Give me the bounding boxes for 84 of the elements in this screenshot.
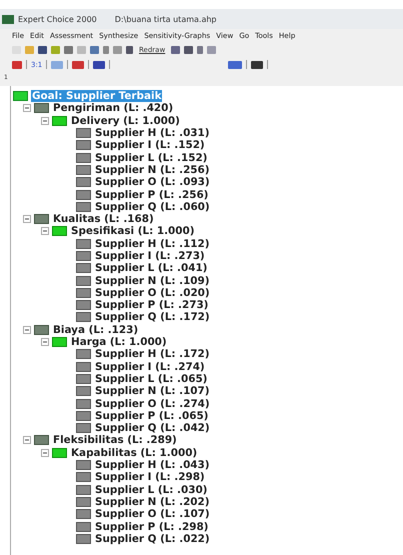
- tree-node-label[interactable]: Supplier I (L: .152): [94, 139, 206, 152]
- tree-node-label[interactable]: Supplier I (L: .273): [94, 250, 206, 262]
- tree-node-label[interactable]: Supplier I (L: .274): [94, 360, 206, 373]
- collapse-toggle[interactable]: [23, 326, 31, 334]
- tree-node-label[interactable]: Fleksibilitas (L: .289): [52, 434, 178, 446]
- criterion-node-icon: [34, 324, 49, 335]
- collapse-toggle[interactable]: [41, 227, 49, 236]
- tree-node-label[interactable]: Kualitas (L: .168): [52, 213, 155, 226]
- alternative-node-icon: [76, 509, 91, 520]
- collapse-toggle[interactable]: [41, 116, 49, 125]
- alternative-node-icon: [76, 288, 91, 298]
- alternative-node-icon: [76, 202, 91, 212]
- tree-node-label[interactable]: Supplier Q (L: .060): [94, 200, 211, 213]
- tree-node-label[interactable]: Supplier I (L: .298): [94, 471, 206, 484]
- alternative-node-icon: [76, 251, 91, 261]
- tree-node-label[interactable]: Supplier O (L: .107): [94, 508, 211, 520]
- alternative-node-icon: [76, 152, 91, 163]
- tree-node-label[interactable]: Supplier L (L: .030): [94, 484, 208, 496]
- collapse-toggle[interactable]: [41, 338, 49, 346]
- tree-node-label[interactable]: Supplier H (L: .031): [94, 127, 211, 140]
- tree-node-label[interactable]: Supplier H (L: .112): [94, 238, 211, 250]
- window-title: Expert Choice 2000: [18, 14, 97, 24]
- tree-node-label[interactable]: Supplier H (L: .043): [94, 459, 211, 472]
- alternative-node-icon: [76, 374, 91, 384]
- alternative-node-icon: [76, 238, 91, 249]
- tree-node-label[interactable]: Harga (L: 1.000): [70, 336, 168, 348]
- tree-node-label[interactable]: Supplier N (L: .107): [94, 385, 211, 398]
- criterion-node-icon: [34, 103, 49, 114]
- criterion-node-icon: [34, 214, 49, 224]
- tree-node-label[interactable]: Supplier H (L: .172): [94, 348, 211, 360]
- alternative-node-icon: [76, 128, 91, 138]
- app-icon: [2, 14, 14, 24]
- tree-node-label[interactable]: Supplier N (L: .109): [94, 274, 211, 287]
- alternative-node-icon: [76, 349, 91, 360]
- alternative-node-icon: [76, 472, 91, 482]
- tree-node-label[interactable]: Supplier P (L: .273): [94, 299, 210, 312]
- tree-node-label[interactable]: Delivery (L: 1.000): [70, 114, 181, 127]
- tree-node-label[interactable]: Supplier L (L: .041): [94, 262, 208, 274]
- collapse-toggle[interactable]: [23, 104, 31, 112]
- alternative-node-icon: [76, 460, 91, 470]
- tree-node-label[interactable]: Supplier P (L: .256): [94, 188, 210, 201]
- alternative-node-icon: [76, 312, 91, 322]
- goal-node-icon: [13, 91, 28, 102]
- tree-node-label[interactable]: Supplier N (L: .256): [94, 164, 211, 176]
- alternative-node-icon: [76, 140, 91, 150]
- tree-node-label[interactable]: Supplier N (L: .202): [94, 496, 211, 508]
- tree-node-label[interactable]: Supplier P (L: .065): [94, 410, 210, 422]
- subcriterion-node-icon: [52, 448, 67, 458]
- subcriterion-node-icon: [52, 337, 67, 348]
- tree-node-label[interactable]: Supplier L (L: .065): [94, 372, 208, 385]
- alternative-node-icon: [76, 386, 91, 396]
- tree-node-label[interactable]: Supplier P (L: .298): [94, 520, 210, 533]
- alternative-node-icon: [76, 398, 91, 409]
- alternative-node-icon: [76, 190, 91, 200]
- tree-node-label[interactable]: Supplier Q (L: .172): [94, 311, 211, 324]
- tree-node-label[interactable]: Supplier Q (L: .042): [94, 422, 211, 434]
- tree-node-label[interactable]: Spesifikasi (L: 1.000): [70, 225, 196, 238]
- tree-node-label[interactable]: Kapabilitas (L: 1.000): [70, 446, 198, 459]
- subcriterion-node-icon: [52, 226, 67, 236]
- tree-node-label[interactable]: Pengiriman (L: .420): [52, 102, 174, 114]
- alternative-node-icon: [76, 522, 91, 532]
- alternative-node-icon: [76, 177, 91, 188]
- alternative-node-icon: [76, 496, 91, 507]
- alternative-node-icon: [76, 164, 91, 175]
- collapse-toggle[interactable]: [23, 436, 31, 444]
- file-path: D:\buana tirta utama.ahp: [114, 14, 217, 24]
- tree-node-label[interactable]: Biaya (L: .123): [52, 324, 140, 336]
- tree-node-label[interactable]: Supplier O (L: .093): [94, 176, 211, 188]
- tree-node-label[interactable]: Supplier O (L: .274): [94, 398, 211, 410]
- alternative-node-icon: [76, 423, 91, 434]
- alternative-node-icon: [76, 484, 91, 495]
- alternative-node-icon: [76, 534, 91, 544]
- alternative-node-icon: [76, 263, 91, 274]
- collapse-toggle[interactable]: [23, 215, 31, 224]
- collapse-toggle[interactable]: [41, 448, 49, 457]
- criterion-node-icon: [34, 435, 49, 446]
- alternative-node-icon: [76, 276, 91, 286]
- tree-node-label[interactable]: Supplier Q (L: .022): [94, 532, 211, 545]
- alternative-node-icon: [76, 300, 91, 310]
- tree-node-label[interactable]: Supplier O (L: .020): [94, 286, 211, 299]
- alternative-node-icon: [76, 410, 91, 421]
- alternative-node-icon: [76, 362, 91, 372]
- subcriterion-node-icon: [52, 116, 67, 126]
- tree-node-label[interactable]: Supplier L (L: .152): [94, 152, 208, 164]
